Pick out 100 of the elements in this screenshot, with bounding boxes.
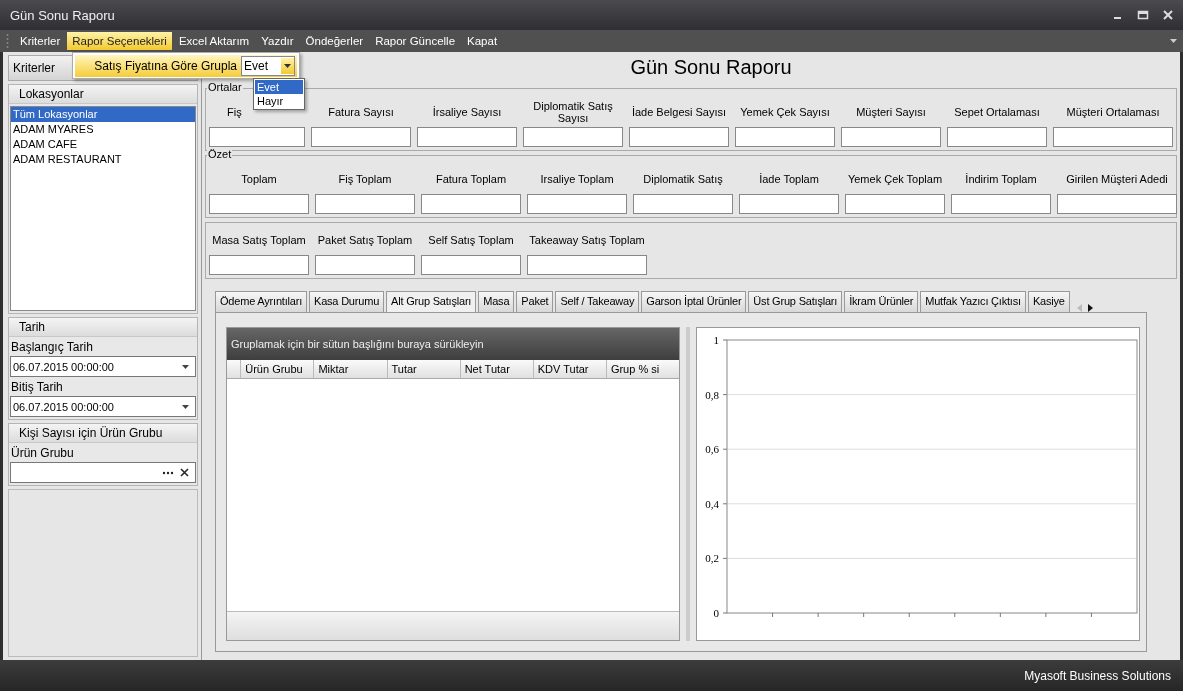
column-header[interactable]: KDV Tutar: [532, 360, 606, 378]
tab[interactable]: İkram Ürünler: [844, 291, 919, 312]
field-label: Müşteri Sayısı: [855, 105, 927, 120]
text-field[interactable]: [739, 194, 839, 214]
field-label: İade Belgesi Sayısı: [630, 105, 728, 120]
text-field[interactable]: [209, 255, 309, 275]
tab[interactable]: Alt Grup Satışları: [386, 291, 477, 312]
dropdown-field[interactable]: Evet: [241, 55, 295, 76]
text-field[interactable]: [1057, 194, 1177, 214]
column-header[interactable]: Tutar: [386, 360, 460, 378]
text-field[interactable]: [947, 127, 1047, 147]
field-label: Sepet Ortalaması: [953, 105, 1041, 120]
list-item[interactable]: ADAM MYARES: [11, 122, 195, 137]
axis-label: 0: [713, 607, 719, 619]
field-label: Takeaway Satış Toplam: [528, 233, 646, 248]
grip-icon: [6, 33, 9, 49]
menu-item[interactable]: Kriterler: [15, 32, 66, 50]
maximize-icon[interactable]: [1137, 10, 1149, 20]
text-field[interactable]: [421, 194, 521, 214]
text-field[interactable]: [209, 127, 305, 147]
clear-icon[interactable]: [180, 468, 189, 477]
text-field[interactable]: [209, 194, 309, 214]
date-field[interactable]: 06.07.2015 00:00:00: [10, 396, 196, 417]
text-field[interactable]: [633, 194, 733, 214]
menu-item[interactable]: Excel Aktarım: [173, 32, 255, 50]
text-field[interactable]: [311, 127, 411, 147]
menu-item[interactable]: Rapor Güncelle: [370, 32, 461, 50]
caret-icon[interactable]: [284, 63, 291, 68]
field-label: Irsaliye Toplam: [539, 172, 615, 187]
list-item[interactable]: ADAM RESTAURANT: [11, 152, 195, 167]
field-label: Fatura Toplam: [434, 172, 508, 187]
tab[interactable]: Mutfak Yazıcı Çıktısı: [920, 291, 1026, 312]
tab[interactable]: Kasa Durumu: [309, 291, 385, 312]
dropdown-icon[interactable]: [182, 404, 189, 409]
dropdown-option[interactable]: Evet: [255, 80, 303, 94]
tab[interactable]: Ödeme Ayrıntıları: [215, 291, 307, 312]
menu-item[interactable]: Rapor Seçenekleri: [67, 32, 172, 50]
list-item[interactable]: Tüm Lokasyonlar: [11, 107, 195, 122]
menu-item[interactable]: Öndeğerler: [300, 32, 369, 50]
menu-item[interactable]: Kapat: [462, 32, 503, 50]
field-label: Yemek Çek Sayısı: [739, 105, 831, 120]
text-field[interactable]: [527, 194, 627, 214]
caret-icon[interactable]: [1170, 39, 1177, 43]
field-label: İade Toplam: [758, 172, 820, 187]
text-field[interactable]: [315, 255, 415, 275]
column-header[interactable]: Miktar: [313, 360, 387, 378]
text-field[interactable]: [527, 255, 647, 275]
group-header: Kişi Sayısı için Ürün Grubu: [9, 424, 197, 443]
axis-label: 0,6: [705, 443, 719, 456]
field-label: Self Satış Toplam: [427, 233, 515, 248]
field-label: Bitiş Tarih: [10, 379, 64, 396]
group-panel-hint: Gruplamak için bir sütun başlığını buraya sürükleyin: [227, 328, 679, 360]
axis-label: 0,2: [705, 552, 719, 565]
axis-label: 1: [713, 334, 719, 346]
window-title: Gün Sonu Raporu: [10, 7, 115, 23]
axis-label: 0,8: [705, 388, 719, 401]
axis-label: 0,4: [705, 497, 719, 510]
product-group-field[interactable]: [10, 462, 196, 483]
field-label: Toplam: [240, 172, 278, 187]
tab[interactable]: Garson İptal Ürünler: [641, 291, 747, 312]
field-label: Fiş Toplam: [337, 172, 393, 187]
location-list[interactable]: Tüm Lokasyonlar ADAM MYARES ADAM CAFE ADAM RESTAURANT: [10, 106, 196, 311]
text-field[interactable]: [523, 127, 623, 147]
tab[interactable]: Üst Grup Satışları: [748, 291, 843, 312]
ellipsis-icon[interactable]: [162, 470, 174, 475]
tab[interactable]: Paket: [516, 291, 554, 312]
dropdown-button[interactable]: [281, 57, 294, 74]
close-icon[interactable]: [1163, 10, 1173, 20]
field-label: Masa Satış Toplam: [211, 233, 307, 248]
group-title: Özet: [207, 148, 233, 160]
field-label: Paket Satış Toplam: [316, 233, 414, 248]
scroll-right-icon[interactable]: [1087, 304, 1094, 312]
menu-item[interactable]: Satış Fiyatına Göre Grupla Evet: [75, 54, 297, 77]
dropdown-icon[interactable]: [182, 364, 189, 369]
field-label: İndirim Toplam: [964, 172, 1038, 187]
column-header[interactable]: Net Tutar: [459, 360, 533, 378]
tab[interactable]: Masa: [478, 291, 515, 312]
date-field[interactable]: 06.07.2015 00:00:00: [10, 356, 196, 377]
tab[interactable]: Kasiye: [1027, 291, 1070, 312]
field-label: Girilen Müşteri Adedi: [1065, 172, 1169, 187]
field-label: Müşteri Ortalaması: [1065, 105, 1161, 120]
column-header[interactable]: Ürün Grubu: [240, 360, 314, 378]
field-label: Diplomatik Satış Sayısı: [532, 99, 614, 126]
text-field[interactable]: [1053, 127, 1173, 147]
text-field[interactable]: [841, 127, 941, 147]
text-field[interactable]: [421, 255, 521, 275]
field-label: Ürün Grubu: [10, 445, 75, 462]
menu-item[interactable]: Yazdır: [256, 32, 299, 50]
text-field[interactable]: [735, 127, 835, 147]
field-label: Fiş: [227, 105, 242, 120]
list-item[interactable]: ADAM CAFE: [11, 137, 195, 152]
text-field[interactable]: [629, 127, 729, 147]
dropdown-option[interactable]: Hayır: [255, 94, 303, 108]
text-field[interactable]: [951, 194, 1051, 214]
text-field[interactable]: [315, 194, 415, 214]
text-field[interactable]: [845, 194, 945, 214]
group-title: Ortalar: [207, 81, 243, 93]
column-header[interactable]: Grup % si: [605, 360, 679, 378]
tab[interactable]: Self / Takeaway: [555, 291, 640, 312]
text-field[interactable]: [417, 127, 517, 147]
